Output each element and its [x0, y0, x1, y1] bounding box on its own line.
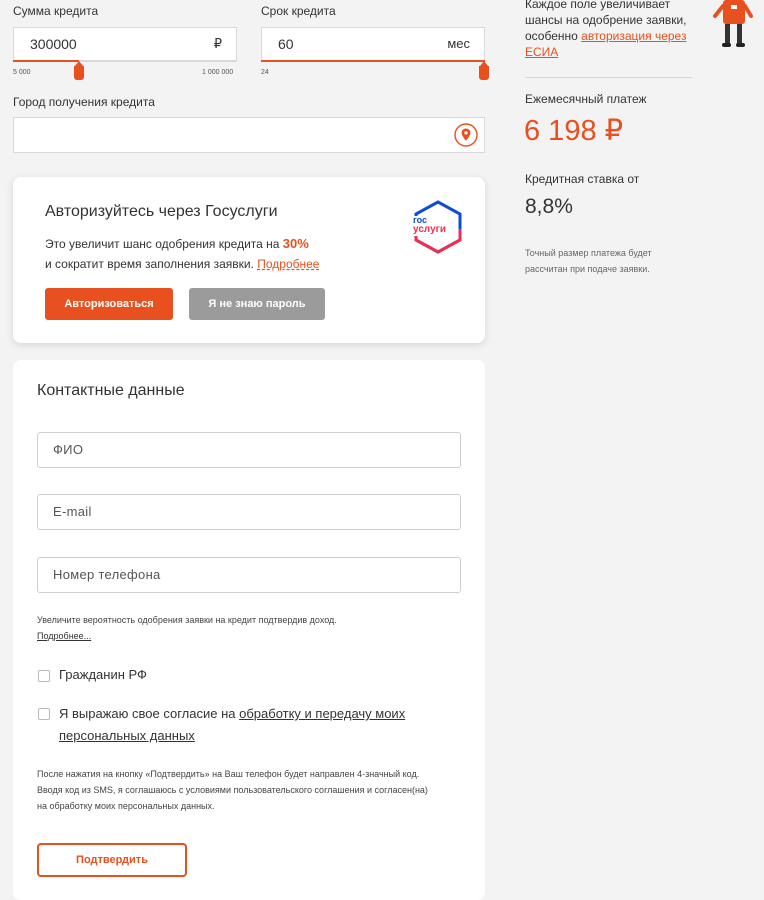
contacts-title: Контактные данные	[37, 382, 185, 399]
term-slider-fill	[261, 60, 485, 62]
monthly-value: 6 198 ₽	[524, 115, 624, 147]
fio-field[interactable]: ФИО	[37, 432, 461, 468]
phone-field[interactable]: Номер телефона	[37, 557, 461, 593]
gosuslugi-text-2: и сократит время заполнения заявки.	[45, 257, 258, 271]
gosuslugi-more-link[interactable]: Подробнее	[257, 257, 319, 271]
map-pin-icon[interactable]	[454, 123, 478, 147]
gosuslugi-logo: гос услуги	[411, 199, 465, 255]
monthly-label: Ежемесячный платеж	[525, 92, 647, 106]
sms-note: После нажатия на кнопку «Подтвердить» на…	[37, 769, 428, 811]
income-note-text: Увеличите вероятность одобрения заявки н…	[37, 615, 337, 625]
gosuslugi-card: Авторизуйтесь через Госуслуги Это увелич…	[13, 177, 485, 343]
sidebar-hint: Каждое поле увеличивает шансы на одобрен…	[525, 0, 705, 60]
term-slider-track[interactable]	[261, 60, 485, 62]
authorize-button[interactable]: Авторизоваться	[45, 288, 173, 320]
mascot-figure	[713, 0, 753, 47]
consent-label: Я выражаю свое согласие на обработку и п…	[59, 703, 439, 747]
fio-placeholder: ФИО	[53, 442, 84, 457]
term-unit: мес	[447, 36, 470, 51]
gosuslugi-percent: 30%	[282, 236, 309, 251]
amount-slider-fill	[13, 60, 79, 62]
amount-value: 300000	[30, 36, 77, 52]
gosuslugi-logo-line2: услуги	[413, 224, 446, 235]
gosuslugi-text: Это увеличит шанс одобрения кредита на 3…	[45, 234, 375, 274]
term-min: 24	[261, 69, 269, 76]
phone-placeholder: Номер телефона	[53, 567, 161, 582]
consent-prefix: Я выражаю свое согласие на	[59, 706, 240, 721]
email-field[interactable]: E-mail	[37, 494, 461, 530]
term-value: 60	[278, 36, 294, 52]
city-input[interactable]	[13, 117, 485, 153]
amount-label: Сумма кредита	[13, 4, 99, 18]
gosuslugi-title: Авторизуйтесь через Госуслуги	[45, 203, 278, 220]
city-label: Город получения кредита	[13, 95, 155, 109]
sidebar-divider	[525, 77, 692, 78]
email-placeholder: E-mail	[53, 504, 92, 519]
amount-input[interactable]: 300000 ₽	[13, 27, 237, 60]
rate-value: 8,8%	[525, 195, 573, 218]
income-note: Увеличите вероятность одобрения заявки н…	[37, 612, 457, 644]
citizen-checkbox[interactable]	[38, 670, 50, 682]
income-more-link[interactable]: Подробнее...	[37, 631, 91, 641]
amount-min: 5 000	[13, 69, 31, 76]
amount-unit: ₽	[213, 36, 222, 51]
submit-button[interactable]: Подтвердить	[37, 843, 187, 877]
consent-checkbox[interactable]	[38, 708, 50, 720]
amount-slider-handle[interactable]	[74, 61, 84, 80]
amount-slider-track[interactable]	[13, 60, 237, 62]
payment-note: Точный размер платежа будет рассчитан пр…	[525, 248, 652, 274]
forgot-password-button[interactable]: Я не знаю пароль	[189, 288, 325, 320]
citizen-label: Гражданин РФ	[59, 667, 147, 682]
term-label: Срок кредита	[261, 4, 336, 18]
term-input[interactable]: 60 мес	[261, 27, 485, 60]
gosuslugi-text-1: Это увеличит шанс одобрения кредита на	[45, 237, 283, 251]
amount-max: 1 000 000	[202, 69, 234, 76]
rate-label: Кредитная ставка от	[525, 172, 640, 186]
term-slider-handle[interactable]	[479, 61, 489, 80]
